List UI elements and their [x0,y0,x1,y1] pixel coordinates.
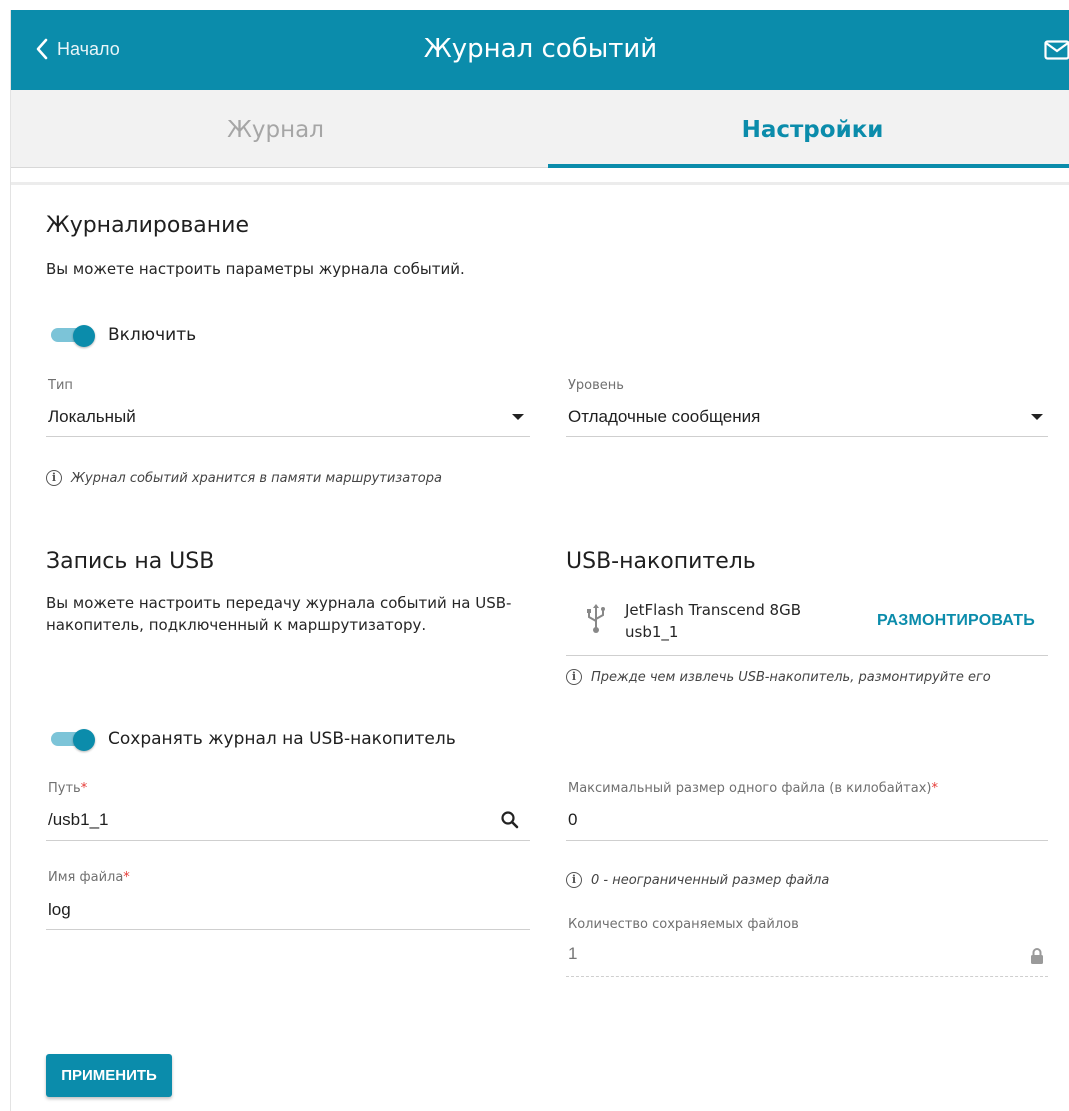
chevron-down-icon[interactable] [1031,414,1043,420]
enable-toggle[interactable] [51,325,95,347]
filename-input[interactable]: log [48,900,71,920]
lock-icon [1031,948,1043,964]
save-usb-label: Сохранять журнал на USB-накопитель [108,729,456,749]
tab-bar: Журнал Настройки [11,90,1069,168]
usb-device-name: JetFlash Transcend 8GB [625,601,801,619]
filename-label: Имя файла* [48,870,130,885]
info-icon: i [566,669,582,685]
search-icon[interactable] [500,810,520,830]
max-size-label: Максимальный размер одного файла (в кило… [568,781,938,796]
usb-drive-hint: i Прежде чем извлечь USB-накопитель, раз… [566,669,991,685]
usb-device-id: usb1_1 [625,623,679,641]
path-input[interactable]: /usb1_1 [48,810,109,830]
max-size-hint: i 0 - неограниченный размер файла [566,872,829,888]
page-frame: Начало Журнал событий Журнал Настройки Ж… [10,10,1069,1111]
divider [11,182,1069,185]
usb-write-title: Запись на USB [46,549,215,574]
logging-hint: i Журнал событий хранится в памяти маршр… [46,470,442,486]
logging-title: Журналирование [46,213,249,238]
max-size-input[interactable]: 0 [568,810,577,830]
logging-description: Вы можете настроить параметры журнала со… [46,260,465,278]
level-label: Уровень [568,378,624,393]
files-count-field: 1 [568,944,578,963]
level-select[interactable]: Отладочные сообщения [568,407,760,427]
type-label: Тип [48,378,73,393]
files-count-label: Количество сохраняемых файлов [568,917,799,932]
tab-settings[interactable]: Настройки [548,90,1069,168]
unmount-button[interactable]: РАЗМОНТИРОВАТЬ [877,612,1035,630]
enable-label: Включить [108,325,197,345]
page-title: Журнал событий [423,34,658,64]
usb-icon [587,604,605,633]
tab-log[interactable]: Журнал [11,90,540,168]
apply-button[interactable]: ПРИМЕНИТЬ [46,1054,172,1097]
info-icon: i [46,470,62,486]
save-usb-toggle[interactable] [51,729,95,751]
chevron-down-icon[interactable] [512,414,524,420]
usb-write-description: Вы можете настроить передачу журнала соб… [46,594,512,634]
path-label: Путь* [48,781,88,796]
type-select[interactable]: Локальный [48,407,136,427]
usb-drive-title: USB-накопитель [566,549,756,574]
top-bar: Начало Журнал событий [11,10,1069,90]
info-icon: i [566,872,582,888]
mail-icon[interactable] [1044,40,1069,60]
